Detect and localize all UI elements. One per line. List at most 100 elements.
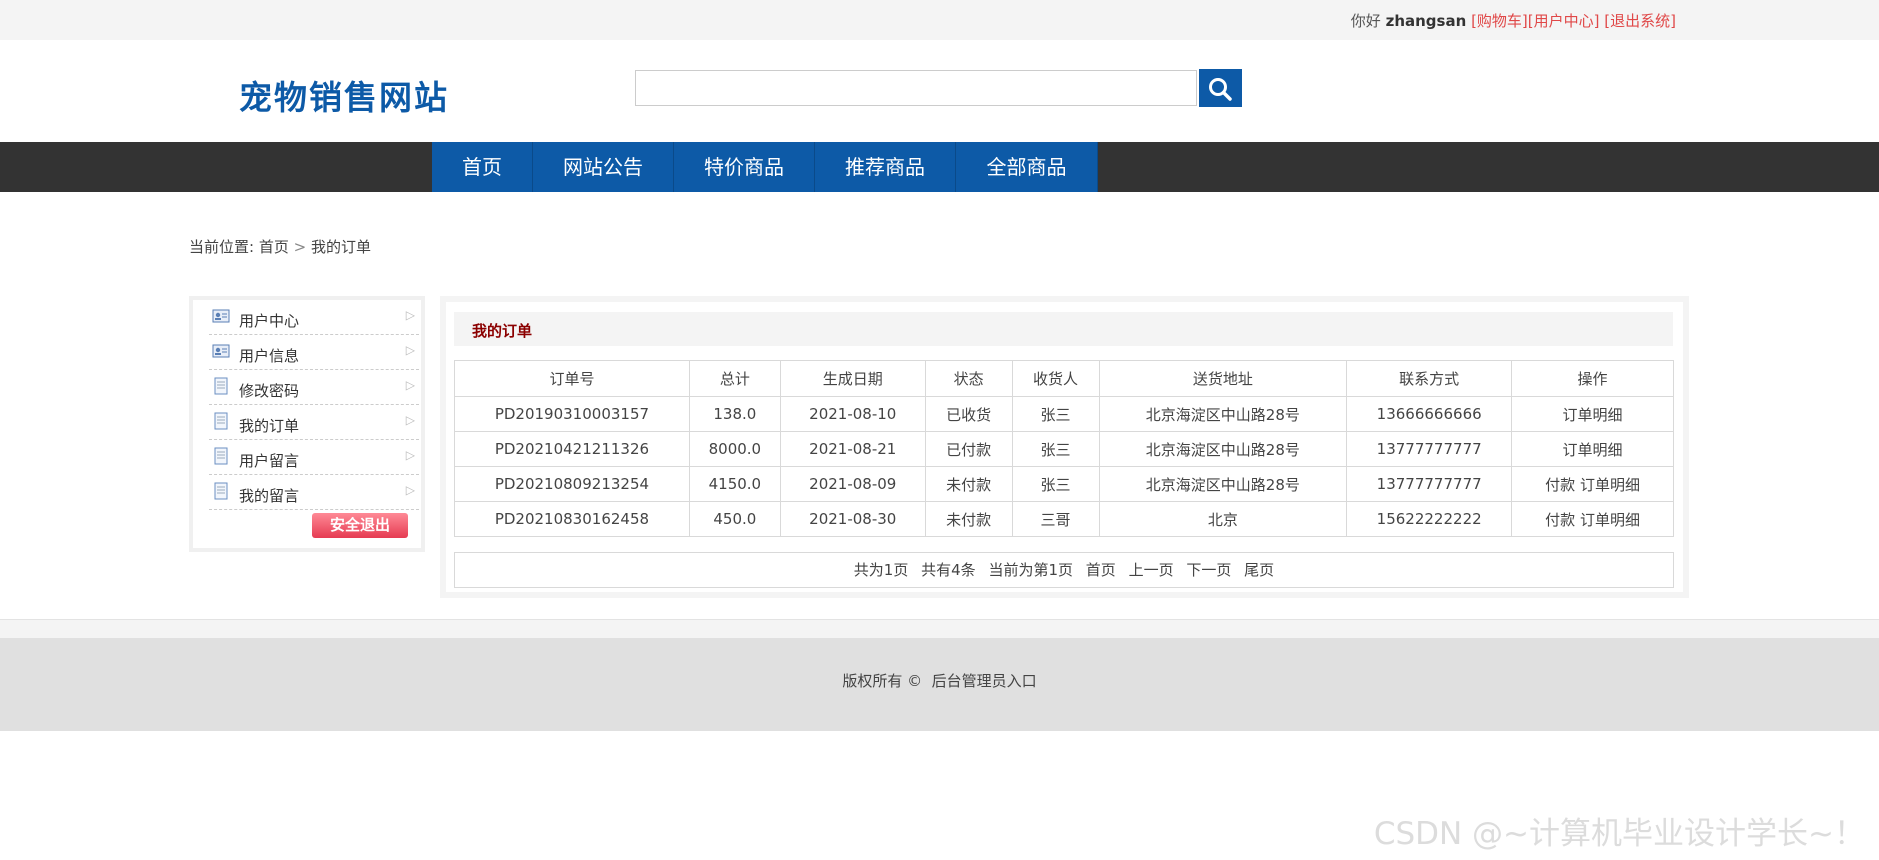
cart-link[interactable]: [购物车] — [1471, 12, 1528, 30]
order-detail-link[interactable]: 订单明细 — [1563, 406, 1623, 424]
user-card-icon — [212, 344, 230, 358]
nav-item-all-products[interactable]: 全部商品 — [956, 142, 1098, 192]
pager-total-pages: 共为1页 — [853, 561, 909, 579]
order-phone: 15622222222 — [1346, 501, 1513, 537]
column-header: 操作 — [1511, 360, 1674, 397]
order-date: 2021-08-10 — [779, 396, 926, 432]
top-bar: 你好 zhangsan [购物车][用户中心] [退出系统] — [0, 0, 1879, 40]
sidebar-item-my-messages[interactable]: 我的留言 ▷ — [209, 475, 419, 510]
greeting-text: 你好 — [1350, 12, 1381, 30]
sidebar-item-label: 用户信息 — [239, 347, 300, 365]
orders-table: 订单号 总计 生成日期 状态 收货人 送货地址 联系方式 操作 PD201903… — [454, 360, 1674, 537]
sidebar-item-label: 修改密码 — [239, 382, 300, 400]
order-phone: 13777777777 — [1346, 431, 1513, 467]
order-actions: 付款 订单明细 — [1511, 466, 1674, 502]
breadcrumb-prefix: 当前位置: — [189, 238, 255, 256]
sidebar-item-label: 用户中心 — [239, 312, 300, 330]
pager-current-page: 当前为第1页 — [988, 561, 1073, 579]
order-detail-link[interactable]: 订单明细 — [1580, 476, 1640, 494]
order-address: 北京海淀区中山路28号 — [1098, 466, 1348, 502]
order-status: 未付款 — [924, 501, 1013, 537]
order-total: 8000.0 — [688, 431, 781, 467]
order-status: 未付款 — [924, 466, 1013, 502]
nav-item-announcements[interactable]: 网站公告 — [533, 142, 674, 192]
pay-link[interactable]: 付款 — [1545, 476, 1575, 494]
order-date: 2021-08-21 — [779, 431, 926, 467]
breadcrumb: 当前位置: 首页 > 我的订单 — [189, 236, 371, 257]
column-header: 订单号 — [454, 360, 690, 397]
search-button[interactable] — [1199, 69, 1242, 107]
nav-item-recommended[interactable]: 推荐商品 — [815, 142, 956, 192]
order-detail-link[interactable]: 订单明细 — [1563, 441, 1623, 459]
column-header: 收货人 — [1011, 360, 1100, 397]
username: zhangsan — [1385, 12, 1467, 30]
copyright-text: 版权所有 © — [842, 672, 923, 690]
main-nav: 首页 网站公告 特价商品 推荐商品 全部商品 — [0, 142, 1879, 192]
nav-item-home[interactable]: 首页 — [432, 142, 533, 192]
pager-prev-link[interactable]: 上一页 — [1129, 561, 1174, 579]
table-header-row: 订单号 总计 生成日期 状态 收货人 送货地址 联系方式 操作 — [454, 360, 1674, 397]
order-total: 450.0 — [688, 501, 781, 537]
sidebar-item-my-orders[interactable]: 我的订单 ▷ — [209, 405, 419, 440]
panel-title-bar: 我的订单 — [454, 312, 1673, 346]
order-receiver: 张三 — [1011, 396, 1100, 432]
pagination: 共为1页 共有4条 当前为第1页 首页 上一页 下一页 尾页 — [454, 552, 1674, 588]
sidebar-item-label: 用户留言 — [239, 452, 300, 470]
chevron-right-icon: ▷ — [405, 448, 415, 462]
order-detail-link[interactable]: 订单明细 — [1580, 511, 1640, 529]
order-phone: 13777777777 — [1346, 466, 1513, 502]
user-center-link[interactable]: [用户中心] — [1528, 12, 1600, 30]
column-header: 联系方式 — [1346, 360, 1513, 397]
order-actions: 付款 订单明细 — [1511, 501, 1674, 537]
breadcrumb-home[interactable]: 首页 — [259, 238, 289, 256]
pager-last-link[interactable]: 尾页 — [1244, 561, 1274, 579]
site-header: 宠物销售网站 — [0, 40, 1879, 142]
sidebar-item-user-messages[interactable]: 用户留言 ▷ — [209, 440, 419, 475]
csdn-watermark: CSDN @~计算机毕业设计学长~！ — [1373, 816, 1865, 852]
column-header: 生成日期 — [779, 360, 926, 397]
order-date: 2021-08-09 — [779, 466, 926, 502]
chevron-right-icon: ▷ — [405, 378, 415, 392]
admin-entry-link[interactable]: 后台管理员入口 — [932, 672, 1037, 690]
chevron-right-icon: ▷ — [405, 343, 415, 357]
orders-panel: 我的订单 订单号 总计 生成日期 状态 收货人 送货地址 联系方式 操作 PD2… — [440, 296, 1689, 598]
column-header: 总计 — [688, 360, 781, 397]
breadcrumb-current: 我的订单 — [311, 238, 372, 256]
order-actions: 订单明细 — [1511, 396, 1674, 432]
pager-first-link[interactable]: 首页 — [1086, 561, 1116, 579]
chevron-right-icon: ▷ — [405, 483, 415, 497]
order-address: 北京海淀区中山路28号 — [1098, 396, 1348, 432]
sidebar-item-user-info[interactable]: 用户信息 ▷ — [209, 335, 419, 370]
order-address: 北京海淀区中山路28号 — [1098, 431, 1348, 467]
pager-next-link[interactable]: 下一页 — [1186, 561, 1231, 579]
order-total: 4150.0 — [688, 466, 781, 502]
order-number: PD20210830162458 — [454, 501, 690, 537]
order-number: PD20210421211326 — [454, 431, 690, 467]
sidebar-item-label: 我的订单 — [239, 417, 300, 435]
order-phone: 13666666666 — [1346, 396, 1513, 432]
column-header: 送货地址 — [1098, 360, 1348, 397]
chevron-right-icon: ▷ — [405, 308, 415, 322]
order-receiver: 张三 — [1011, 431, 1100, 467]
pager-total-items: 共有4条 — [921, 561, 976, 579]
sidebar-item-change-password[interactable]: 修改密码 ▷ — [209, 370, 419, 405]
site-footer: 版权所有 © 后台管理员入口 — [0, 638, 1879, 731]
order-receiver: 张三 — [1011, 466, 1100, 502]
order-receiver: 三哥 — [1011, 501, 1100, 537]
table-row: PD20210830162458 450.0 2021-08-30 未付款 三哥… — [454, 501, 1674, 537]
site-logo[interactable]: 宠物销售网站 — [239, 71, 449, 119]
logout-link[interactable]: [退出系统] — [1604, 12, 1676, 30]
footer-spacer — [0, 620, 1879, 638]
search-input[interactable] — [635, 70, 1197, 106]
table-row: PD20210421211326 8000.0 2021-08-21 已付款 张… — [454, 431, 1674, 467]
panel-title: 我的订单 — [472, 322, 533, 340]
order-number: PD20210809213254 — [454, 466, 690, 502]
document-icon — [214, 447, 228, 465]
safe-logout-button[interactable]: 安全退出 — [312, 513, 408, 538]
table-row: PD20190310003157 138.0 2021-08-10 已收货 张三… — [454, 396, 1674, 432]
pay-link[interactable]: 付款 — [1545, 511, 1575, 529]
user-sidebar: 用户中心 ▷ 用户信息 ▷ 修改密码 ▷ 我的订单 ▷ 用户留言 ▷ 我的留言 … — [189, 296, 425, 552]
sidebar-item-user-center[interactable]: 用户中心 ▷ — [209, 300, 419, 335]
nav-item-specials[interactable]: 特价商品 — [674, 142, 815, 192]
order-date: 2021-08-30 — [779, 501, 926, 537]
